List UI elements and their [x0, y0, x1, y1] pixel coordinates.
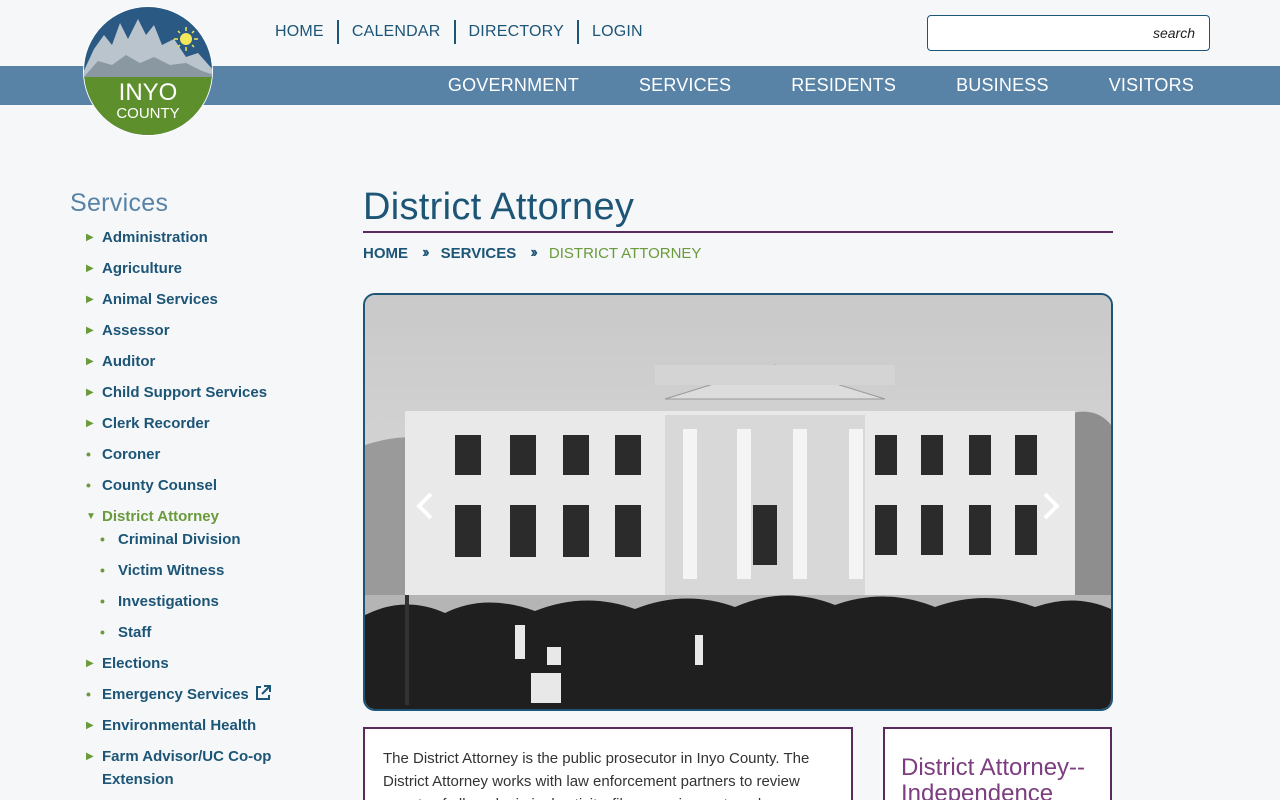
caret-right-icon: ▶ — [86, 658, 94, 669]
sidebar-item-label: Emergency Services — [102, 686, 249, 703]
bullet-dot-icon: • — [86, 446, 91, 462]
sidebar-item-agriculture[interactable]: ▶ Agriculture — [84, 257, 314, 280]
mainnav-residents[interactable]: RESIDENTS — [761, 75, 926, 96]
page-title: District Attorney — [363, 186, 635, 228]
courthouse-photo — [365, 295, 1111, 709]
mainnav-business[interactable]: BUSINESS — [926, 75, 1079, 96]
logo-text-county: COUNTY — [116, 105, 179, 122]
breadcrumb: HOME ›› SERVICES ›› DISTRICT ATTORNEY — [363, 244, 701, 262]
sidebar-item-label: County Counsel — [102, 477, 217, 494]
bullet-dot-icon: • — [86, 477, 91, 493]
sidebar-item-label: Administration — [102, 229, 208, 246]
topnav-login[interactable]: LOGIN — [579, 20, 656, 44]
office-title: District Attorney-- Independence — [901, 754, 1086, 800]
caret-right-icon: ▶ — [86, 232, 94, 243]
breadcrumb-services[interactable]: SERVICES — [441, 245, 517, 262]
breadcrumb-current: DISTRICT ATTORNEY — [548, 244, 702, 262]
sidebar-item-elections[interactable]: ▶ Elections — [84, 652, 314, 675]
caret-right-icon: ▶ — [86, 294, 94, 305]
sidebar-menu: ▶ Administration ▶ Agriculture ▶ Animal Ser… — [84, 226, 314, 799]
sidebar-item-child-support[interactable]: ▶ Child Support Services — [84, 381, 314, 404]
double-chevron-icon: ›› — [422, 244, 429, 261]
sidebar-item-administration[interactable]: ▶ Administration — [84, 226, 314, 249]
sidebar-item-label: Farm Advisor/UC Co-op Extension — [102, 748, 272, 788]
sidebar-item-label: Auditor — [102, 353, 156, 370]
sidebar-item-label: Investigations — [118, 593, 219, 610]
caret-right-icon: ▶ — [86, 356, 94, 367]
utility-nav: HOME CALENDAR DIRECTORY LOGIN — [262, 20, 656, 44]
sidebar-item-label: Criminal Division — [118, 531, 241, 548]
bullet-dot-icon: • — [100, 624, 105, 640]
caret-right-icon: ▶ — [86, 325, 94, 336]
external-link-icon — [255, 685, 271, 700]
bullet-dot-icon: • — [86, 686, 91, 702]
carousel-next-arrow-icon[interactable] — [1039, 490, 1063, 522]
sidebar-item-label: Elections — [102, 655, 169, 672]
mainnav-visitors[interactable]: VISITORS — [1079, 75, 1224, 96]
mainnav-services[interactable]: SERVICES — [609, 75, 761, 96]
sidebar-item-animal-services[interactable]: ▶ Animal Services — [84, 288, 314, 311]
sidebar-item-district-attorney[interactable]: ▼ District Attorney — [84, 505, 314, 528]
sidebar-item-label: Staff — [118, 624, 152, 641]
inyo-county-logo[interactable]: INYO COUNTY — [82, 5, 214, 137]
breadcrumb-home[interactable]: HOME — [363, 245, 408, 262]
sidebar-item-label: Agriculture — [102, 260, 183, 277]
caret-right-icon: ▶ — [86, 387, 94, 398]
topnav-calendar[interactable]: CALENDAR — [339, 20, 456, 44]
caret-right-icon: ▶ — [86, 418, 94, 429]
photo-carousel[interactable] — [363, 293, 1113, 711]
carousel-prev-arrow-icon[interactable] — [413, 490, 437, 522]
sidebar-item-label: Victim Witness — [118, 562, 225, 579]
sidebar-item-clerk-recorder[interactable]: ▶ Clerk Recorder — [84, 412, 314, 435]
sidebar-item-label: Coroner — [102, 446, 161, 463]
sidebar-item-assessor[interactable]: ▶ Assessor — [84, 319, 314, 342]
office-panel: District Attorney-- Independence — [883, 727, 1112, 800]
sidebar-item-farm-advisor[interactable]: ▶ Farm Advisor/UC Co-op Extension — [84, 745, 314, 791]
topnav-directory[interactable]: DIRECTORY — [456, 20, 579, 44]
intro-panel: The District Attorney is the public pros… — [363, 727, 853, 800]
search-box — [927, 15, 1210, 51]
bullet-dot-icon: • — [100, 531, 105, 547]
logo-text-inyo: INYO — [119, 79, 178, 106]
sidebar-item-emergency-services[interactable]: • Emergency Services — [84, 683, 314, 706]
sidebar-item-environmental-health[interactable]: ▶ Environmental Health — [84, 714, 314, 737]
mainnav-government[interactable]: GOVERNMENT — [418, 75, 609, 96]
intro-text: The District Attorney is the public pros… — [383, 750, 810, 800]
sidebar-item-county-counsel[interactable]: • County Counsel — [84, 474, 314, 497]
sidebar-item-label: Clerk Recorder — [102, 415, 210, 432]
sidebar-subitem-staff[interactable]: • Staff — [84, 621, 314, 644]
main-nav: GOVERNMENT SERVICES RESIDENTS BUSINESS V… — [418, 66, 1224, 105]
caret-right-icon: ▶ — [86, 751, 94, 762]
caret-right-icon: ▶ — [86, 263, 94, 274]
caret-right-icon: ▶ — [86, 720, 94, 731]
sidebar-item-label: District Attorney — [102, 508, 219, 525]
caret-down-icon: ▼ — [86, 511, 96, 522]
sidebar-item-label: Environmental Health — [102, 717, 257, 734]
sidebar-item-label: Assessor — [102, 322, 170, 339]
sidebar-item-label: Child Support Services — [102, 384, 268, 401]
bullet-dot-icon: • — [100, 562, 105, 578]
search-input[interactable] — [928, 16, 1209, 50]
title-divider — [363, 231, 1113, 233]
sidebar-item-label: Animal Services — [102, 291, 218, 308]
double-chevron-icon: ›› — [530, 244, 537, 261]
sidebar-item-coroner[interactable]: • Coroner — [84, 443, 314, 466]
sidebar-subitem-victim-witness[interactable]: • Victim Witness — [84, 559, 314, 582]
bullet-dot-icon: • — [100, 593, 105, 609]
sidebar-title: Services — [70, 189, 169, 217]
sidebar-item-auditor[interactable]: ▶ Auditor — [84, 350, 314, 373]
sidebar-subitem-investigations[interactable]: • Investigations — [84, 590, 314, 613]
sidebar-subitem-criminal-division[interactable]: • Criminal Division — [84, 528, 314, 551]
topnav-home[interactable]: HOME — [262, 20, 339, 44]
